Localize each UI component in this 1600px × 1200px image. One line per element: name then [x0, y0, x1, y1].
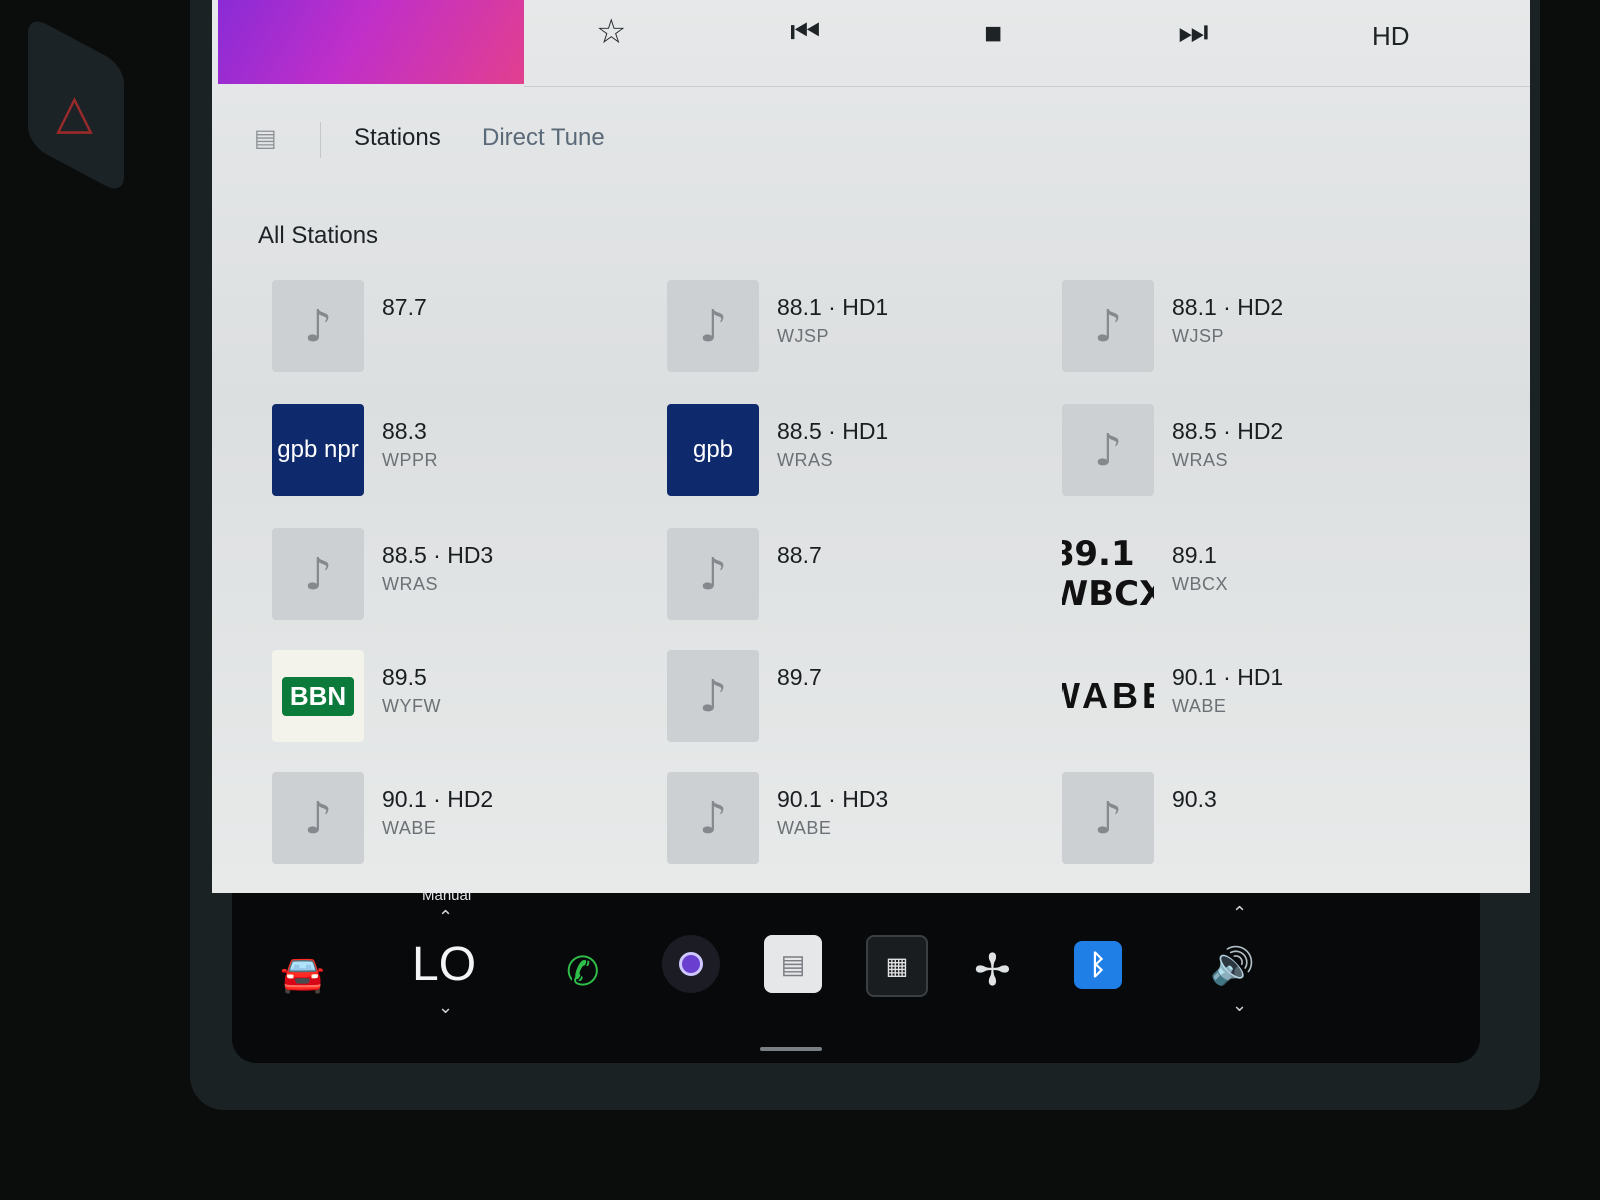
stop-icon[interactable]: ■: [984, 14, 1002, 54]
station-item[interactable]: ♪ 88.1 · HD2 WJSP: [1062, 280, 1452, 380]
volume-icon[interactable]: 🔊: [1210, 945, 1255, 987]
station-item[interactable]: ♪ 87.7: [272, 280, 662, 380]
skip-previous-icon[interactable]: ⏮: [790, 12, 821, 52]
drawer-handle[interactable]: [760, 1047, 822, 1051]
station-logo: WABE: [1062, 675, 1154, 716]
station-frequency: 88.1 · HD2: [1172, 294, 1284, 320]
station-item[interactable]: ♪ 88.7: [667, 528, 1057, 628]
station-callsign: WRAS: [1172, 450, 1228, 470]
station-logo: 89.1 WBCX: [1062, 534, 1154, 614]
station-frequency: 88.7: [777, 542, 822, 568]
temperature-value[interactable]: LO: [412, 937, 476, 992]
star-icon[interactable]: ☆: [596, 12, 626, 52]
station-frequency: 90.1 · HD1: [1172, 664, 1284, 690]
station-frequency: 90.1 · HD2: [382, 786, 494, 812]
section-title: All Stations: [258, 222, 379, 249]
station-frequency: 88.5 · HD1: [777, 418, 889, 444]
station-callsign: WABE: [1172, 696, 1227, 716]
music-note-icon: ♪: [1062, 280, 1154, 372]
phone-icon[interactable]: ✆: [566, 949, 600, 995]
station-item[interactable]: ♪ 88.1 · HD1 WJSP: [667, 280, 1057, 380]
music-note-icon: ♪: [667, 650, 759, 742]
radio-icon[interactable]: ▤: [254, 124, 277, 153]
car-icon[interactable]: 🚘: [280, 953, 325, 995]
music-note-icon: ♪: [272, 528, 364, 620]
station-callsign: WPPR: [382, 450, 438, 470]
hazard-icon[interactable]: △: [56, 84, 93, 140]
station-item[interactable]: gpb npr 88.3 WPPR: [272, 404, 662, 504]
bluetooth-icon[interactable]: ᛒ: [1074, 941, 1122, 989]
music-note-icon: ♪: [667, 280, 759, 372]
bottom-dock: 🚘 Manual ⌃ LO ⌄ ✆ ▤ ▦ ✢ ᛒ ⌃ 🔊 ⌄: [232, 887, 1480, 1063]
station-logo: gpb: [667, 404, 759, 496]
camera-icon[interactable]: [662, 935, 720, 993]
station-logo: gpb npr: [272, 404, 364, 496]
station-callsign: WBCX: [1172, 574, 1228, 594]
station-item[interactable]: ♪ 90.1 · HD2 WABE: [272, 772, 662, 872]
station-frequency: 90.1 · HD3: [777, 786, 889, 812]
apps-icon[interactable]: ▦: [866, 935, 928, 997]
hd-radio-icon[interactable]: HD: [1372, 16, 1410, 56]
station-callsign: WYFW: [382, 696, 441, 716]
station-frequency: 87.7: [382, 294, 427, 320]
volume-up-icon[interactable]: ⌃: [1232, 903, 1247, 924]
climate-mode-label: Manual: [422, 887, 472, 904]
touchscreen: ☆ ⏮ ■ ⏭ HD ▤ Stations Direct Tune All St…: [212, 0, 1530, 893]
station-item[interactable]: ♪ 89.7: [667, 650, 1057, 750]
station-callsign: WRAS: [777, 450, 833, 470]
station-item[interactable]: ♪ 90.1 · HD3 WABE: [667, 772, 1057, 872]
station-frequency: 89.1: [1172, 542, 1217, 568]
tab-stations[interactable]: Stations: [354, 124, 441, 152]
fan-icon[interactable]: ✢: [974, 945, 1011, 996]
skip-next-icon[interactable]: ⏭: [1178, 12, 1209, 52]
station-frequency: 89.5: [382, 664, 427, 690]
music-note-icon: ♪: [272, 280, 364, 372]
station-callsign: WRAS: [382, 574, 438, 594]
music-note-icon: ♪: [1062, 772, 1154, 864]
radio-icon[interactable]: ▤: [764, 935, 822, 993]
station-callsign: WJSP: [777, 326, 830, 346]
divider: [524, 86, 1530, 87]
tab-direct-tune[interactable]: Direct Tune: [482, 124, 605, 152]
station-item[interactable]: ♪ 90.3: [1062, 772, 1452, 872]
music-note-icon: ♪: [667, 772, 759, 864]
album-art: [218, 0, 524, 84]
station-frequency: 89.7: [777, 664, 822, 690]
station-item[interactable]: BBN 89.5 WYFW: [272, 650, 662, 750]
station-callsign: WABE: [382, 818, 437, 838]
music-note-icon: ♪: [1062, 404, 1154, 496]
station-frequency: 88.5 · HD2: [1172, 418, 1284, 444]
station-callsign: WABE: [777, 818, 832, 838]
music-note-icon: ♪: [667, 528, 759, 620]
radio-tabs: ▤ Stations Direct Tune: [212, 120, 812, 164]
station-item[interactable]: gpb 88.5 · HD1 WRAS: [667, 404, 1057, 504]
station-callsign: WJSP: [1172, 326, 1225, 346]
temp-down-icon[interactable]: ⌄: [438, 997, 453, 1018]
station-item[interactable]: ♪ 88.5 · HD3 WRAS: [272, 528, 662, 628]
station-frequency: 88.5 · HD3: [382, 542, 494, 568]
station-frequency: 88.1 · HD1: [777, 294, 889, 320]
station-item[interactable]: ♪ 88.5 · HD2 WRAS: [1062, 404, 1452, 504]
station-item[interactable]: WABE 90.1 · HD1 WABE: [1062, 650, 1452, 750]
station-frequency: 90.3: [1172, 786, 1217, 812]
divider: [320, 122, 321, 158]
station-item[interactable]: 89.1 WBCX 89.1 WBCX: [1062, 528, 1452, 628]
station-logo: BBN: [272, 650, 364, 742]
station-frequency: 88.3: [382, 418, 427, 444]
volume-down-icon[interactable]: ⌄: [1232, 995, 1247, 1016]
music-note-icon: ♪: [272, 772, 364, 864]
temp-up-icon[interactable]: ⌃: [438, 907, 453, 928]
